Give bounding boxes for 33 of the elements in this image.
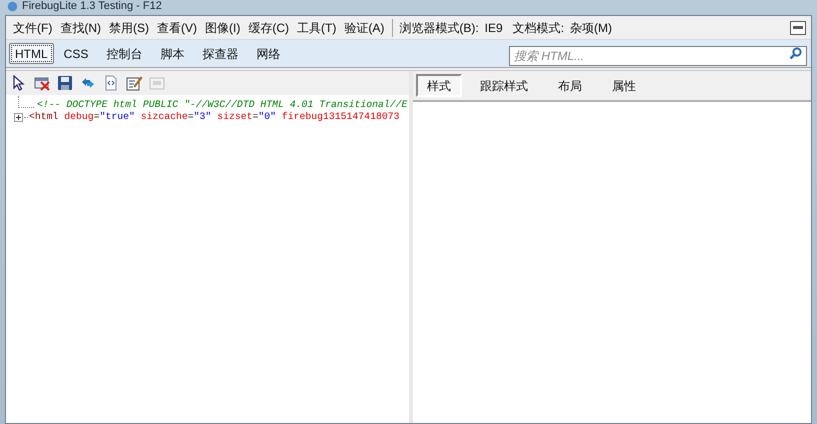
menu-item[interactable]: 工具(T)	[293, 18, 340, 36]
search-field[interactable]: 搜索 HTML...	[509, 46, 807, 66]
floppy-disk-icon[interactable]	[57, 75, 74, 91]
menu-item[interactable]: 图像(I)	[201, 18, 244, 36]
mode-label: 文档模式:	[512, 20, 564, 36]
tab[interactable]: 网络	[248, 43, 288, 64]
tab[interactable]: 布局	[546, 74, 594, 97]
window-cross-icon[interactable]	[34, 75, 51, 91]
menu-item[interactable]: 查找(N)	[56, 18, 105, 36]
window-title: FirebugLite 1.3 Testing - F12	[22, 0, 162, 13]
menu-item[interactable]: 查看(V)	[153, 18, 201, 36]
search-icon[interactable]	[789, 46, 802, 60]
tab[interactable]: CSS	[56, 43, 96, 64]
tab[interactable]: HTML	[9, 43, 54, 64]
restore-button[interactable]	[790, 20, 806, 34]
pencil-note-icon[interactable]	[126, 75, 143, 91]
mode-value[interactable]: IE9	[484, 18, 503, 36]
app-icon	[7, 1, 18, 12]
code-line: <html debug="true" sizcache="3" sizset="0" firebug1315147418073	[29, 111, 400, 123]
menu-item[interactable]: 缓存(C)	[244, 18, 293, 36]
tab[interactable]: 控制台	[98, 43, 150, 64]
tab[interactable]: 样式	[416, 74, 462, 97]
tab[interactable]: 属性	[600, 74, 648, 97]
menu-item[interactable]: 禁用(S)	[105, 18, 153, 36]
tab[interactable]: 脚本	[152, 43, 192, 64]
tab[interactable]: 跟踪样式	[468, 74, 540, 97]
mode-value[interactable]: 杂项(M)	[570, 18, 612, 36]
mode-label: 浏览器模式(B):	[399, 20, 479, 36]
tab[interactable]: 探查器	[194, 43, 246, 64]
expand-icon[interactable]	[14, 112, 23, 122]
menu-item[interactable]: 文件(F)	[9, 18, 56, 36]
menu-item[interactable]: 验证(A)	[340, 18, 388, 36]
comment-line: <!-- DOCTYPE html PUBLIC "-//W3C//DTD HTML 4.01 Transitional//E	[37, 99, 408, 111]
